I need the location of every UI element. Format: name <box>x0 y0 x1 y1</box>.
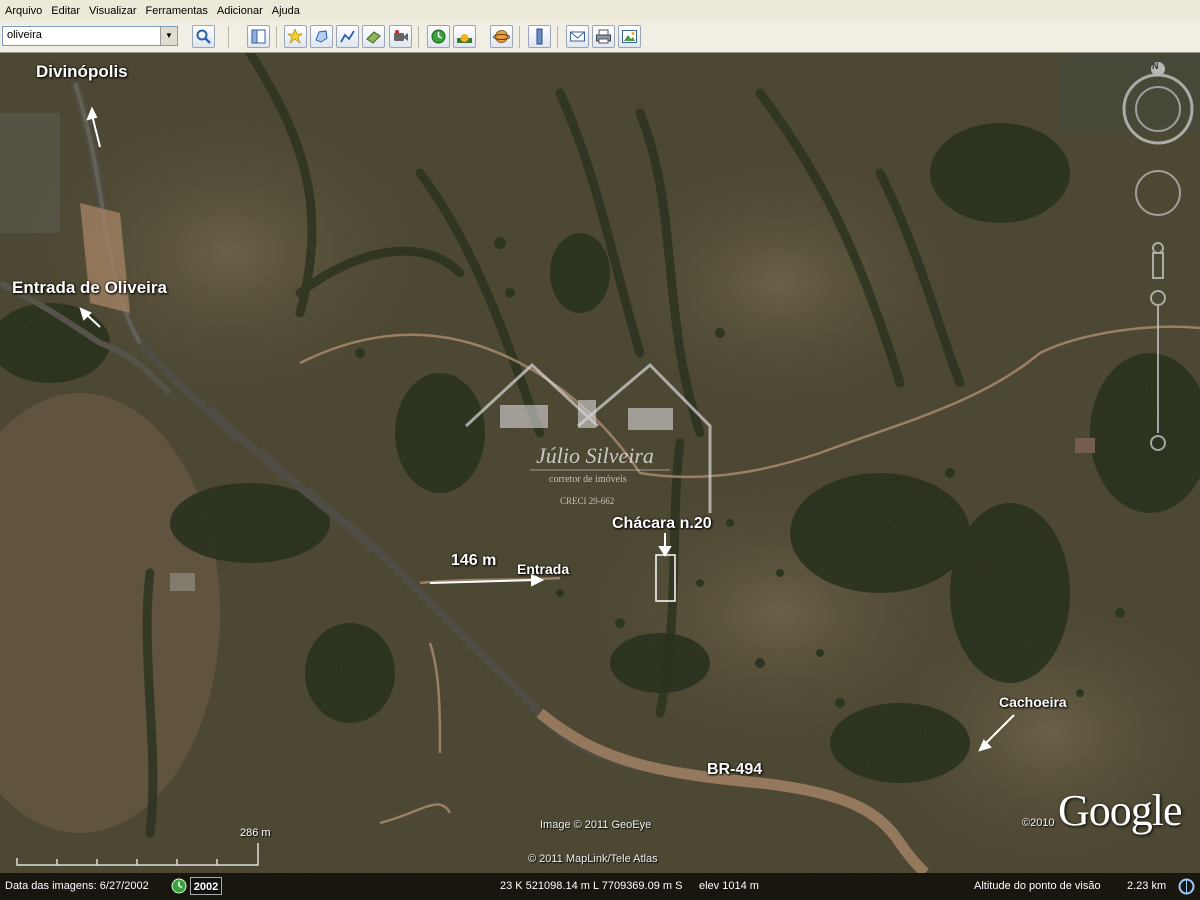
streaming-globe-icon <box>1178 878 1195 895</box>
label-entrada: Entrada <box>517 561 570 577</box>
label-entrada-de-oliveira: Entrada de Oliveira <box>12 278 167 297</box>
search-dropdown-arrow-icon[interactable]: ▼ <box>160 27 177 45</box>
eye-altitude-label: Altitude do ponto de visão <box>974 880 1101 892</box>
save-image-icon <box>622 30 637 43</box>
historical-imagery-button[interactable] <box>427 25 450 48</box>
image-overlay-icon <box>366 31 381 44</box>
sunlight-icon <box>457 34 472 43</box>
imagery-date: Data das imagens: 6/27/2002 <box>5 880 149 892</box>
planet-switch-button[interactable] <box>490 25 513 48</box>
path-icon <box>340 30 355 43</box>
menu-ajuda[interactable]: Ajuda <box>267 5 304 17</box>
polygon-icon <box>315 30 328 43</box>
credit-google-year: ©2010 <box>1022 817 1055 829</box>
label-distance: 146 m <box>451 552 497 569</box>
historical-imagery-icon <box>431 29 446 44</box>
menu-editar[interactable]: Editar <box>46 5 84 17</box>
google-logo: Google <box>1058 786 1183 835</box>
add-polygon-button[interactable] <box>310 25 333 48</box>
label-chacara: Chácara n.20 <box>612 515 712 532</box>
toolbar-separator <box>519 26 520 48</box>
toolbar-separator <box>228 26 229 48</box>
print-button[interactable] <box>592 25 615 48</box>
search-button[interactable] <box>192 25 215 48</box>
label-divinopolis: Divinópolis <box>36 62 128 81</box>
imagery-year-badge[interactable]: 2002 <box>190 877 222 895</box>
sidebar-toggle-button[interactable] <box>247 25 270 48</box>
eye-altitude-value: 2.23 km <box>1127 880 1167 892</box>
search-input[interactable] <box>7 29 157 41</box>
menu-visualizar[interactable]: Visualizar <box>84 5 141 17</box>
historical-imagery-clock-icon[interactable] <box>171 878 187 894</box>
search-icon <box>196 29 211 44</box>
add-image-overlay-button[interactable] <box>362 25 385 48</box>
label-cachoeira: Cachoeira <box>999 694 1067 710</box>
menu-ferramentas[interactable]: Ferramentas <box>141 5 212 17</box>
toolbar-separator <box>276 26 277 48</box>
toolbar-separator <box>557 26 558 48</box>
email-icon <box>570 31 585 42</box>
record-tour-button[interactable] <box>389 25 412 48</box>
label-br-494: BR-494 <box>707 761 763 778</box>
toolbar: ▼ <box>0 21 1200 53</box>
sunlight-button[interactable] <box>453 25 476 48</box>
add-placemark-button[interactable] <box>284 25 307 48</box>
watermark-name: Júlio Silveira <box>536 443 654 468</box>
pointer-coordinates: 23 K 521098.14 m L 7709369.09 m S <box>500 880 683 892</box>
record-tour-icon <box>394 30 408 41</box>
planet-switch-icon <box>493 30 510 43</box>
menu-arquivo[interactable]: Arquivo <box>0 5 46 17</box>
toolbar-separator <box>418 26 419 48</box>
search-field[interactable]: ▼ <box>2 26 178 46</box>
compass-north-label[interactable]: N <box>1152 61 1159 71</box>
placemark-icon <box>287 28 303 44</box>
map-view[interactable]: Divinópolis Entrada de Oliveira Chácara … <box>0 53 1200 873</box>
ruler-icon <box>536 28 543 45</box>
save-image-button[interactable] <box>618 25 641 48</box>
watermark-subtitle: corretor de imóveis <box>549 474 627 485</box>
watermark-creci: CRECI 29-662 <box>560 496 615 506</box>
add-path-button[interactable] <box>336 25 359 48</box>
credit-geoeye: Image © 2011 GeoEye <box>540 819 652 831</box>
menu-bar: Arquivo Editar Visualizar Ferramentas Ad… <box>0 0 1200 22</box>
sidebar-toggle-icon <box>251 29 266 44</box>
email-button[interactable] <box>566 25 589 48</box>
ruler-button[interactable] <box>528 25 551 48</box>
status-bar: Data das imagens: 6/27/2002 2002 23 K 52… <box>0 873 1200 900</box>
scale-label: 286 m <box>240 827 271 839</box>
credit-maplink: © 2011 MapLink/Tele Atlas <box>528 853 658 865</box>
pointer-elevation: elev 1014 m <box>699 880 759 892</box>
print-icon <box>596 29 611 44</box>
menu-adicionar[interactable]: Adicionar <box>212 5 267 17</box>
